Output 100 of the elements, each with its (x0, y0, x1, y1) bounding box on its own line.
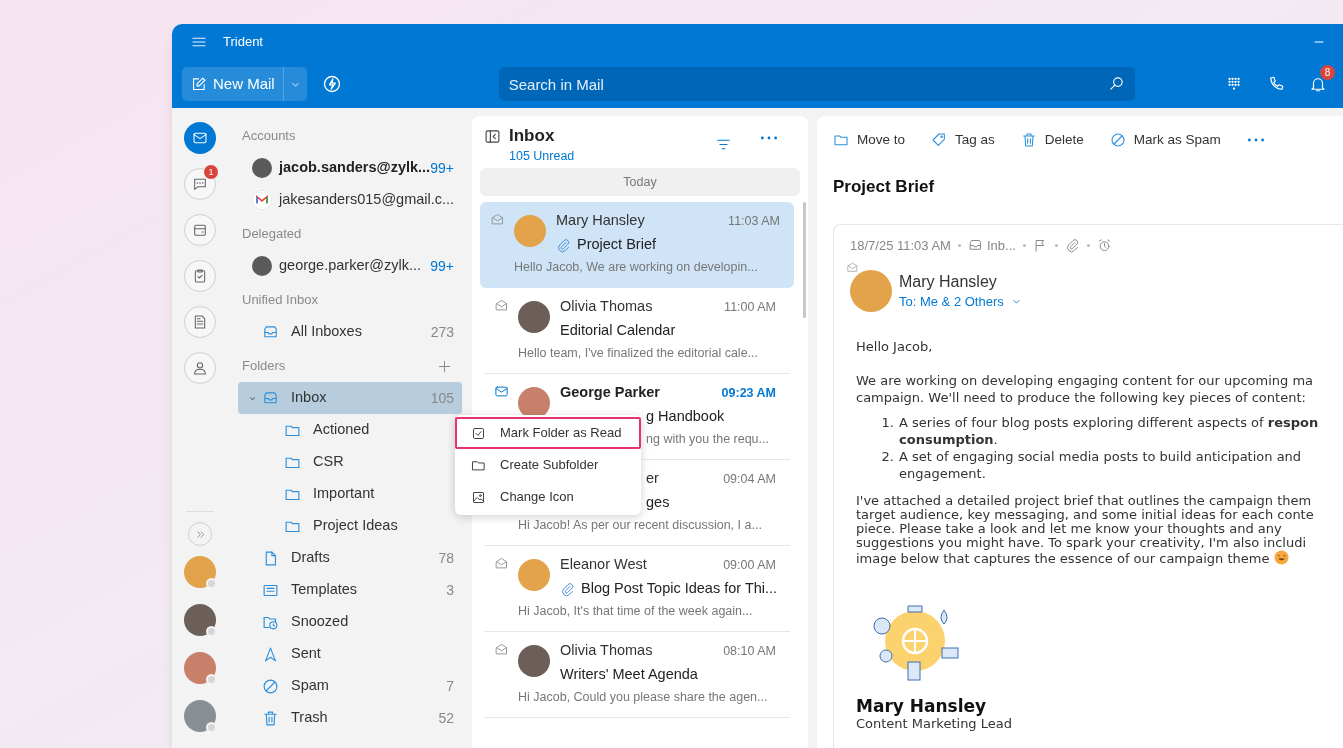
paperclip-icon (560, 581, 575, 597)
account-email: jacob.sanders@zylk... (279, 158, 431, 178)
rail-contacts-button[interactable] (184, 352, 216, 384)
sender-name: Olivia Thomas (560, 641, 653, 661)
sender-avatar (514, 215, 546, 247)
folder-name: All Inboxes (291, 322, 362, 342)
recipients-link[interactable]: To: Me & 2 Others (899, 292, 1023, 311)
folder-item[interactable]: Project Ideas (238, 510, 462, 542)
account-item[interactable]: george.parker@zylk... 99+ (238, 250, 462, 282)
trash-icon (1020, 132, 1037, 148)
alarm-clock-icon[interactable] (1096, 238, 1112, 253)
folder-item[interactable]: Drafts 78 (238, 542, 462, 574)
spam-button[interactable]: Mark as Spam (1109, 129, 1221, 151)
delete-button[interactable]: Delete (1020, 129, 1084, 151)
section-label: Folders (242, 357, 286, 376)
mail-time: 09:23 AM (721, 384, 776, 402)
search-icon (1107, 75, 1125, 92)
list-item-text: A series of four blog posts exploring different aspects of respon consumption. (899, 413, 1319, 448)
message-folder[interactable]: Inb... (986, 235, 1016, 256)
mail-subject: Blog Post Topic Ideas for Thi... (581, 579, 778, 599)
sender-name: er (646, 469, 659, 489)
open-envelope-icon (494, 556, 509, 571)
mail-item[interactable]: Olivia Thomas 08:10 AM Writers' Meet Agenda Hi Jacob, Could you please share the agen... (484, 632, 790, 718)
mail-preview: ng with you the requ... (646, 431, 770, 448)
image-icon (471, 489, 486, 505)
folder-item[interactable]: Trash 52 (238, 702, 462, 734)
folder-name: CSR (313, 452, 344, 472)
rail-notes-button[interactable] (184, 306, 216, 338)
rail-tasks-button[interactable] (184, 260, 216, 292)
spam-icon (1109, 132, 1126, 148)
folder-item[interactable]: Inbox 105 (238, 382, 462, 414)
account-avatar (252, 256, 272, 276)
mail-time: 08:10 AM (723, 642, 776, 660)
more-icon (1246, 138, 1265, 142)
sender-name: Mary Hansley (899, 271, 998, 292)
check-square-icon (471, 425, 486, 441)
unread-badge: 1 (204, 165, 218, 179)
mail-subject: Editorial Calendar (560, 321, 676, 341)
folder-item[interactable]: Snoozed (238, 606, 462, 638)
rail-chat-button[interactable]: 1 (184, 168, 216, 200)
move-button[interactable]: Move to (833, 129, 906, 151)
body-paragraph: We are working on developing engaging content for our upcoming ma campaign. We'll need to produce the following key pieces of content: (856, 371, 1315, 406)
sender-avatar (518, 559, 550, 591)
rail-mail-button[interactable] (184, 122, 216, 154)
section-label: Delegated (242, 225, 302, 244)
sender-name: Olivia Thomas (560, 297, 653, 317)
folder-count: 105 (430, 388, 454, 408)
contact-avatar[interactable] (184, 604, 216, 636)
paperclip-icon[interactable] (1064, 238, 1080, 253)
unread-count: 99+ (430, 256, 454, 276)
folder-item[interactable]: All Inboxes 273 (238, 316, 462, 348)
greeting-text: Hello Jacob, (856, 337, 934, 355)
mail-preview: Hi Jacob! As per our recent discussion, I a... (518, 517, 763, 534)
mail-time: 11:03 AM (728, 212, 780, 230)
folder-name: Snoozed (291, 612, 349, 632)
menu-item[interactable]: Mark Folder as Read (455, 417, 641, 449)
folder-count: 7 (446, 676, 454, 696)
mail-item[interactable]: Eleanor West 09:00 AM Blog Post Topic Ideas for Thi... Hi Jacob, It's that time of the week again... (484, 546, 790, 632)
mail-preview: Hello team, I've finalized the editorial cale... (518, 345, 759, 362)
search-button[interactable] (1107, 75, 1125, 92)
folder-count: 3 (446, 580, 454, 600)
clipboard-check-icon (192, 268, 208, 284)
mail-item[interactable]: Mary Hansley 11:03 AM Project Brief Hello Jacob, We are working on developin... (480, 202, 794, 288)
account-item[interactable]: jacob.sanders@zylk...99+ (238, 152, 462, 184)
document-icon (192, 314, 208, 330)
more-button[interactable] (760, 136, 778, 140)
contact-avatar[interactable] (184, 652, 216, 684)
message-subject: Project Brief (833, 176, 936, 198)
rail-calendar-button[interactable] (184, 214, 216, 246)
folder-name: Important (313, 484, 375, 504)
envelope-icon (494, 384, 509, 399)
spam-icon (262, 677, 279, 695)
section-label: Unified Inbox (242, 291, 318, 310)
search-field[interactable]: Search in Mail (498, 67, 1135, 101)
paperclip-icon (556, 237, 571, 253)
folder-count: 52 (438, 708, 454, 728)
mail-item[interactable]: Olivia Thomas 11:00 AM Editorial Calendar Hello team, I've finalized the editorial cale... (484, 288, 790, 374)
folder-name: Inbox (291, 388, 327, 408)
account-email: jakesanders015@gmail.c... (279, 190, 455, 210)
unread-count: 99+ (430, 158, 454, 178)
tag-button[interactable]: Tag as (931, 129, 995, 151)
send-icon (262, 645, 279, 663)
unread-count[interactable]: 105 Unread (509, 146, 575, 166)
sender-avatar (850, 269, 892, 312)
folder-item[interactable]: Sent (238, 638, 462, 670)
more-actions-button[interactable] (1246, 138, 1265, 142)
add-folder-button[interactable] (437, 358, 452, 374)
account-email: george.parker@zylk... (279, 256, 422, 276)
sender-name: Eleanor West (560, 555, 647, 575)
folder-item[interactable]: Templates 3 (238, 574, 462, 606)
folder-name: Actioned (313, 420, 370, 440)
mail-time: 09:00 AM (723, 556, 776, 574)
folder-name: Templates (291, 580, 358, 600)
phone-icon (1267, 75, 1285, 93)
folder-item[interactable]: Spam 7 (238, 670, 462, 702)
scrollbar[interactable] (803, 202, 806, 318)
account-item[interactable]: jakesanders015@gmail.c... (238, 184, 462, 216)
contact-avatar[interactable] (184, 700, 216, 732)
collapse-pane-icon[interactable] (484, 128, 501, 145)
signature-title: Content Marketing Lead (856, 715, 1013, 731)
